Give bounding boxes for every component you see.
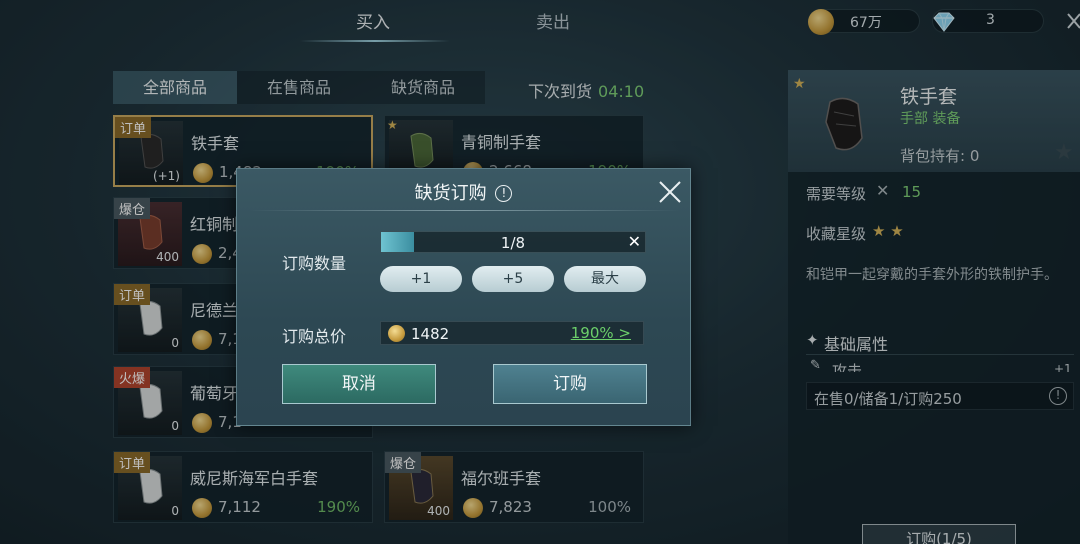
quantity-slider[interactable]: 1/8 ✕	[380, 231, 646, 253]
price-percent-link[interactable]: 190% >	[571, 324, 631, 342]
plus-five-button[interactable]: +5	[472, 266, 554, 292]
plus-one-button[interactable]: +1	[380, 266, 462, 292]
coin-icon	[388, 325, 405, 342]
close-icon[interactable]	[657, 179, 683, 205]
dialog-title: 缺货订购	[414, 183, 487, 204]
dialog-title-row: 缺货订购 !	[237, 179, 690, 205]
total-price-box: 1482 190% >	[380, 321, 644, 345]
clear-icon[interactable]: ✕	[628, 232, 641, 251]
quantity-label: 订购数量	[282, 254, 347, 273]
cancel-button[interactable]: 取消	[282, 364, 436, 404]
info-icon[interactable]: !	[495, 185, 513, 202]
max-button[interactable]: 最大	[564, 266, 646, 292]
total-price-value: 1482	[411, 325, 450, 343]
title-divider	[249, 210, 680, 211]
confirm-order-button[interactable]: 订购	[493, 364, 647, 404]
total-price-label: 订购总价	[282, 327, 347, 346]
restock-order-dialog: 缺货订购 ! 订购数量 1/8 ✕ +1 +5 最大 订购总价 1482 190…	[236, 168, 691, 426]
quantity-value: 1/8	[500, 234, 526, 252]
